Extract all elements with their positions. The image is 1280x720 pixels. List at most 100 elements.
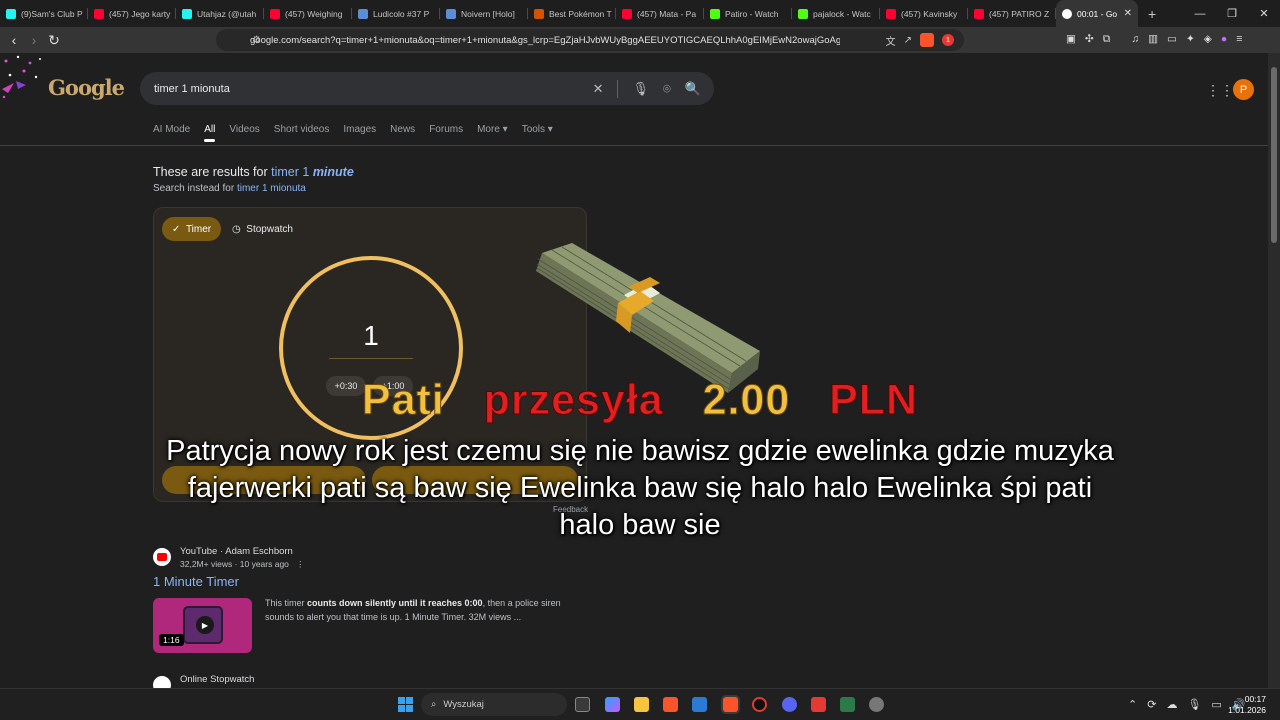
browser-tab-bar: (9)Sam's Club P (457) Jego karty Utahjaz (… (0, 0, 1280, 27)
vpn-icon[interactable]: ◈ (1204, 33, 1212, 46)
browser-tab[interactable]: Noivern [Holo] (440, 0, 528, 27)
mic-icon[interactable]: 🎙 (632, 81, 649, 97)
file-explorer-icon[interactable] (634, 697, 649, 712)
browser-tab-label: (9)Sam's Club P (21, 8, 83, 19)
brave-active-icon[interactable] (723, 697, 738, 712)
forward-button[interactable]: › (24, 32, 44, 48)
clock[interactable]: 00:17 1.01.2026 (1228, 694, 1266, 716)
menu-icon[interactable]: ≡ (1236, 33, 1242, 46)
browser-tab-label: Ludicolo #37 P (373, 8, 430, 19)
google-logo[interactable]: Google (48, 75, 125, 100)
browser-tab[interactable]: pajalock - Watc (792, 0, 880, 27)
copilot-icon[interactable] (605, 697, 620, 712)
search-icon[interactable]: 🔍 (685, 81, 701, 97)
result-source[interactable]: YouTube · Adam Eschborn (180, 546, 293, 557)
profile-icon[interactable]: ● (1221, 33, 1227, 46)
chevron-up-icon[interactable]: ⌃ (1128, 698, 1137, 711)
corrected-query[interactable]: timer 1 (271, 165, 309, 179)
url-text[interactable]: google.com/search?q=timer+1+mionuta&oq=t… (250, 35, 840, 46)
media-icon[interactable]: ♫ (1131, 33, 1139, 46)
browser-tab[interactable]: (457) Weighing (264, 0, 352, 27)
minimize-button[interactable]: — (1184, 0, 1216, 27)
browser-tab-label: (457) Kavinsky (901, 8, 958, 19)
maximize-button[interactable]: ❐ (1216, 0, 1248, 27)
search-tab[interactable]: More ▾ (477, 124, 508, 135)
screenshot-icon[interactable]: ⧉ (1103, 33, 1111, 46)
puzzle-icon[interactable]: ✣ (1085, 33, 1094, 46)
task-view-icon[interactable] (575, 697, 590, 712)
pokemon-icon (358, 8, 368, 19)
tab-active[interactable]: 00:01 - Go ✕ (1056, 0, 1138, 27)
share-icon[interactable]: ↗ (904, 35, 912, 46)
browser-tab[interactable]: (457) Jego karty (88, 0, 176, 27)
play-icon: ▶ (196, 616, 214, 634)
stopwatch-tab[interactable]: ◷ Stopwatch (222, 217, 303, 241)
vivaldi-icon[interactable] (811, 697, 826, 712)
timer-value[interactable]: 1 (283, 320, 459, 352)
clear-search-icon[interactable]: ✕ (593, 81, 604, 97)
timer-tab[interactable]: ✓ Timer (162, 217, 222, 241)
browser-tab[interactable]: Best Pokémon T (528, 0, 616, 27)
search-instead: Search instead for timer 1 mionuta (153, 183, 306, 194)
search-tab[interactable]: All (204, 124, 216, 142)
store-icon[interactable] (692, 697, 707, 712)
back-button[interactable]: ‹ (4, 32, 24, 48)
search-tab[interactable]: Videos (229, 124, 259, 135)
leo-icon[interactable]: ✦ (1186, 33, 1195, 46)
scrollbar[interactable] (1268, 53, 1280, 688)
network-icon[interactable]: ▭ (1211, 698, 1221, 711)
translate-icon[interactable]: 文 (886, 33, 896, 48)
corrected-query-link[interactable]: timer 1 minute (271, 165, 354, 179)
snippet-pre: This timer (265, 598, 308, 608)
video-thumbnail[interactable]: ▶ 1:16 (153, 598, 252, 653)
more-options-icon[interactable]: ⋮ (296, 559, 305, 569)
avatar[interactable]: P (1233, 79, 1254, 100)
search-tab[interactable]: Short videos (274, 124, 330, 135)
result-snippet: This timer counts down silently until it… (265, 596, 581, 624)
mic-icon[interactable]: 🎙 (1187, 698, 1201, 711)
site-info-icon[interactable]: ⚙ (252, 35, 261, 46)
browser-tab[interactable]: Utahjaz (@utah (176, 0, 264, 27)
wallet-icon[interactable]: ▭ (1167, 33, 1177, 46)
search-tab[interactable]: Tools ▾ (522, 124, 553, 135)
kick-icon (710, 8, 720, 19)
search-input[interactable]: timer 1 mionuta (154, 83, 230, 95)
search-tab[interactable]: Forums (429, 124, 463, 135)
original-query-link[interactable]: timer 1 mionuta (237, 183, 306, 194)
windows-start-icon[interactable] (398, 697, 413, 712)
search-tab[interactable]: AI Mode (153, 124, 190, 135)
corrected-word[interactable]: minute (313, 165, 354, 179)
browser-tab[interactable]: Patiro - Watch (704, 0, 792, 27)
settings-icon[interactable] (869, 697, 884, 712)
result-source[interactable]: Online Stopwatch (180, 674, 254, 685)
browser-tab[interactable]: (457) Kavinsky (880, 0, 968, 27)
cloud-icon[interactable]: ☁ (1166, 698, 1177, 711)
browser-tab[interactable]: (457) PATIRO Z (968, 0, 1056, 27)
reload-button[interactable]: ↻ (44, 32, 64, 49)
obs-icon[interactable] (752, 697, 767, 712)
calculator-icon[interactable] (840, 697, 855, 712)
search-box[interactable]: timer 1 mionuta ✕ 🎙 ⌾ 🔍 (140, 72, 714, 105)
browser-tab[interactable]: (457) Mata - Pa (616, 0, 704, 27)
brave-rewards-badge[interactable]: 1 (942, 34, 954, 46)
brave-shields-icon[interactable] (920, 33, 934, 47)
sidebar-icon[interactable]: ▥ (1148, 33, 1158, 46)
discord-icon[interactable] (782, 697, 797, 712)
result-title[interactable]: 1 Minute Timer (153, 574, 239, 589)
browser-tab-label: Patiro - Watch (725, 8, 779, 19)
sync-icon[interactable]: ⟳ (1147, 698, 1156, 711)
brave-icon[interactable] (663, 697, 678, 712)
address-bar[interactable]: ⚙ google.com/search?q=timer+1+mionuta&oq… (216, 29, 964, 51)
site-icon (153, 676, 171, 688)
close-tab-icon[interactable]: ✕ (1124, 8, 1132, 19)
extension-icon[interactable]: ▣ (1066, 33, 1076, 46)
search-tab[interactable]: Images (343, 124, 376, 135)
browser-tab[interactable]: (9)Sam's Club P (0, 0, 88, 27)
search-tab[interactable]: News (390, 124, 415, 135)
new-tab-button[interactable]: + (1138, 6, 1166, 22)
browser-tab[interactable]: Ludicolo #37 P (352, 0, 440, 27)
taskbar-search[interactable]: ⌕ Wyszukaj (421, 693, 567, 716)
close-window-button[interactable]: ✕ (1248, 0, 1280, 27)
scrollbar-thumb[interactable] (1271, 67, 1277, 243)
lens-icon[interactable]: ⌾ (663, 81, 671, 97)
